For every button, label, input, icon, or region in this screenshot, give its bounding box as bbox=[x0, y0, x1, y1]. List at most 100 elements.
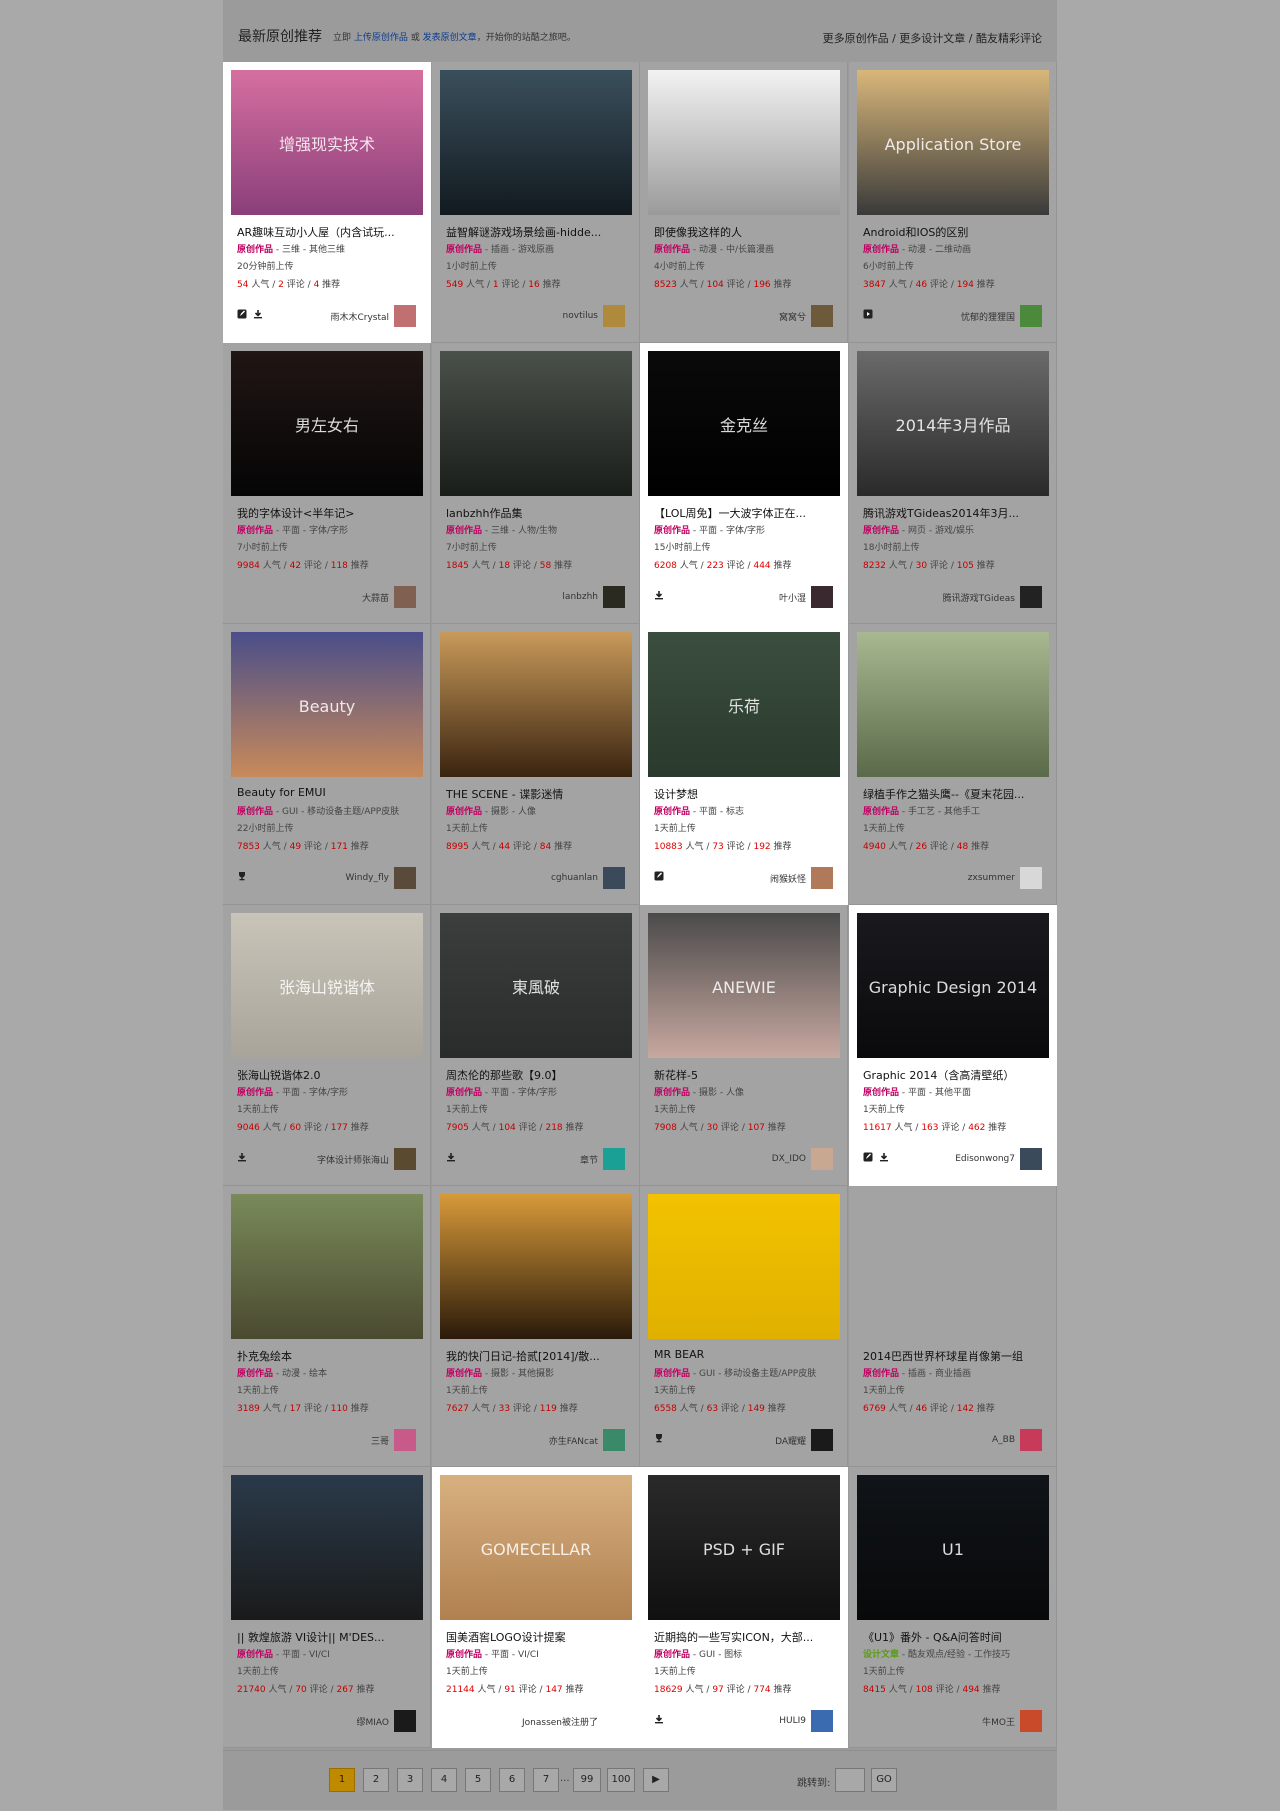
author-name[interactable]: novtilus bbox=[563, 311, 598, 321]
next-page-button[interactable]: ▶ bbox=[643, 1768, 669, 1792]
category-path[interactable]: 平面 - 字体/字形 bbox=[491, 1088, 557, 1098]
work-card[interactable]: 男左女右 我的字体设计<半年记> 原创作品 - 平面 - 字体/字形 7小时前上传 99… bbox=[223, 343, 431, 624]
author-avatar[interactable] bbox=[603, 1710, 625, 1732]
work-title[interactable]: 《U1》番外 - Q&A问答时间 bbox=[863, 1629, 1048, 1645]
work-type[interactable]: 原创作品 bbox=[863, 526, 899, 536]
work-title[interactable]: 益智解谜游戏场景绘画-hidde... bbox=[446, 224, 631, 240]
work-type[interactable]: 原创作品 bbox=[237, 526, 273, 536]
category-path[interactable]: 三维 - 其他三维 bbox=[282, 245, 345, 255]
work-title[interactable]: 【LOL周免】一大波字体正在... bbox=[654, 505, 839, 521]
work-card[interactable]: 扑克兔绘本 原创作品 - 动漫 - 绘本 1天前上传 3189 人气 / 17 评论 … bbox=[223, 1186, 431, 1467]
author-name[interactable]: 叶小湿 bbox=[779, 591, 806, 604]
work-card[interactable]: 即使像我这样的人 原创作品 - 动漫 - 中/长篇漫画 4小时前上传 8523 人气 … bbox=[640, 62, 848, 343]
author-avatar[interactable] bbox=[394, 586, 416, 608]
work-type[interactable]: 原创作品 bbox=[237, 1088, 273, 1098]
author-name[interactable]: 章节 bbox=[580, 1153, 598, 1166]
trophy-icon[interactable] bbox=[237, 871, 247, 881]
work-card[interactable]: 2014年3月作品 腾讯游戏TGideas2014年3月... 原创作品 - 网页 … bbox=[849, 343, 1057, 624]
work-type[interactable]: 原创作品 bbox=[237, 245, 273, 255]
author-avatar[interactable] bbox=[1020, 1710, 1042, 1732]
work-title[interactable]: Beauty for EMUI bbox=[237, 786, 422, 799]
category-path[interactable]: 动漫 - 中/长篇漫画 bbox=[699, 245, 774, 255]
work-thumbnail[interactable]: GOMECELLAR bbox=[440, 1475, 632, 1620]
work-thumbnail[interactable] bbox=[440, 351, 632, 496]
work-card[interactable]: ANEWIE 新花样-5 原创作品 - 摄影 - 人像 1天前上传 7908 人气 / … bbox=[640, 905, 848, 1186]
work-card[interactable]: THE SCENE - 谍影迷情 原创作品 - 摄影 - 人像 1天前上传 8995 … bbox=[432, 624, 640, 905]
work-type[interactable]: 原创作品 bbox=[446, 1650, 482, 1660]
author-avatar[interactable] bbox=[1020, 867, 1042, 889]
category-path[interactable]: 动漫 - 绘本 bbox=[282, 1369, 327, 1379]
author-avatar[interactable] bbox=[811, 1710, 833, 1732]
author-avatar[interactable] bbox=[603, 1429, 625, 1451]
category-path[interactable]: 手工艺 - 其他手工 bbox=[908, 807, 980, 817]
work-title[interactable]: 张海山锐谐体2.0 bbox=[237, 1067, 422, 1083]
work-title[interactable]: 扑克兔绘本 bbox=[237, 1348, 422, 1364]
author-avatar[interactable] bbox=[1020, 1148, 1042, 1170]
work-thumbnail[interactable] bbox=[648, 70, 840, 215]
work-thumbnail[interactable] bbox=[857, 632, 1049, 777]
work-type[interactable]: 原创作品 bbox=[654, 1088, 690, 1098]
trophy-icon[interactable] bbox=[654, 1433, 664, 1443]
work-thumbnail[interactable] bbox=[440, 632, 632, 777]
work-type[interactable]: 原创作品 bbox=[654, 807, 690, 817]
work-type[interactable]: 原创作品 bbox=[446, 807, 482, 817]
work-card[interactable]: Beauty Beauty for EMUI 原创作品 - GUI - 移动设备主题… bbox=[223, 624, 431, 905]
work-type[interactable]: 原创作品 bbox=[863, 1369, 899, 1379]
work-thumbnail[interactable] bbox=[648, 1194, 840, 1339]
category-path[interactable]: 平面 - VI/CI bbox=[282, 1650, 330, 1660]
work-card[interactable]: 益智解谜游戏场景绘画-hidde... 原创作品 - 插画 - 游戏原画 1小时前上… bbox=[432, 62, 640, 343]
jump-page-input[interactable] bbox=[835, 1768, 865, 1792]
author-avatar[interactable] bbox=[603, 1148, 625, 1170]
work-thumbnail[interactable] bbox=[231, 1194, 423, 1339]
work-thumbnail[interactable] bbox=[857, 1194, 1049, 1339]
publish-article-link[interactable]: 发表原创文章 bbox=[423, 33, 477, 43]
page-button-3[interactable]: 3 bbox=[397, 1768, 423, 1792]
work-thumbnail[interactable]: 张海山锐谐体 bbox=[231, 913, 423, 1058]
download-icon[interactable] bbox=[654, 1714, 664, 1724]
work-type[interactable]: 原创作品 bbox=[863, 245, 899, 255]
page-button-7[interactable]: 7 bbox=[533, 1768, 559, 1792]
work-type[interactable]: 原创作品 bbox=[446, 1369, 482, 1379]
author-name[interactable]: Edisonwong7 bbox=[955, 1154, 1015, 1164]
more-works-link[interactable]: 更多原创作品 bbox=[823, 32, 889, 45]
work-card[interactable]: 東風破 周杰伦的那些歌【9.0】 原创作品 - 平面 - 字体/字形 1天前上传 790… bbox=[432, 905, 640, 1186]
edit-icon[interactable] bbox=[654, 871, 664, 881]
work-card[interactable]: 绿植手作之猫头鹰--《夏末花园... 原创作品 - 手工艺 - 其他手工 1天前上传… bbox=[849, 624, 1057, 905]
author-avatar[interactable] bbox=[1020, 305, 1042, 327]
author-name[interactable]: A_BB bbox=[992, 1435, 1015, 1445]
work-card[interactable]: 金克丝 【LOL周免】一大波字体正在... 原创作品 - 平面 - 字体/字形 15小… bbox=[640, 343, 848, 624]
edit-icon[interactable] bbox=[863, 1152, 873, 1162]
work-thumbnail[interactable]: 東風破 bbox=[440, 913, 632, 1058]
author-avatar[interactable] bbox=[394, 1429, 416, 1451]
work-card[interactable]: 乐荷 设计梦想 原创作品 - 平面 - 标志 1天前上传 10883 人气 / 73 评… bbox=[640, 624, 848, 905]
author-name[interactable]: DA耀耀 bbox=[775, 1434, 806, 1447]
author-avatar[interactable] bbox=[811, 305, 833, 327]
work-title[interactable]: || 敦煌旅游 VI设计|| M'DES... bbox=[237, 1629, 422, 1645]
work-title[interactable]: MR BEAR bbox=[654, 1348, 839, 1361]
work-title[interactable]: 设计梦想 bbox=[654, 786, 839, 802]
work-thumbnail[interactable] bbox=[440, 1194, 632, 1339]
work-title[interactable]: AR趣味互动小人屋（内含试玩... bbox=[237, 224, 422, 240]
work-type[interactable]: 原创作品 bbox=[446, 1088, 482, 1098]
work-title[interactable]: Android和IOS的区别 bbox=[863, 224, 1048, 240]
work-card[interactable]: MR BEAR 原创作品 - GUI - 移动设备主题/APP皮肤 1天前上传 655… bbox=[640, 1186, 848, 1467]
work-thumbnail[interactable]: 金克丝 bbox=[648, 351, 840, 496]
author-avatar[interactable] bbox=[394, 1148, 416, 1170]
work-type[interactable]: 原创作品 bbox=[863, 1088, 899, 1098]
download-icon[interactable] bbox=[879, 1152, 889, 1162]
page-button-4[interactable]: 4 bbox=[431, 1768, 457, 1792]
author-name[interactable]: 缪MIAO bbox=[356, 1715, 389, 1728]
author-name[interactable]: 闹猴妖怪 bbox=[770, 872, 806, 885]
category-path[interactable]: 平面 - 字体/字形 bbox=[282, 526, 348, 536]
work-type[interactable]: 设计文章 bbox=[863, 1650, 899, 1660]
author-avatar[interactable] bbox=[394, 305, 416, 327]
category-path[interactable]: GUI - 移动设备主题/APP皮肤 bbox=[699, 1369, 816, 1379]
author-avatar[interactable] bbox=[394, 867, 416, 889]
author-name[interactable]: DX_IDO bbox=[772, 1154, 806, 1164]
page-button-5[interactable]: 5 bbox=[465, 1768, 491, 1792]
category-path[interactable]: 三维 - 人物/生物 bbox=[491, 526, 557, 536]
work-card[interactable]: 增强现实技术 AR趣味互动小人屋（内含试玩... 原创作品 - 三维 - 其他三维 2… bbox=[223, 62, 431, 343]
download-icon[interactable] bbox=[237, 1152, 247, 1162]
category-path[interactable]: GUI - 图标 bbox=[699, 1650, 742, 1660]
category-path[interactable]: 插画 - 游戏原画 bbox=[491, 245, 554, 255]
